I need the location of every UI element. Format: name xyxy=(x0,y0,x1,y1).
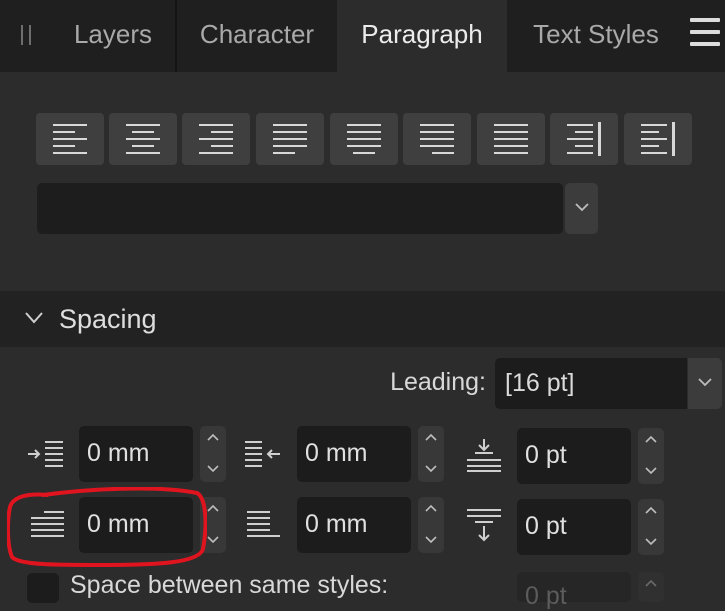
left-indent-value: 0 mm xyxy=(87,439,150,467)
first-line-indent-value: 0 mm xyxy=(87,510,150,538)
chevron-down-icon xyxy=(425,536,437,544)
last-line-indent-value: 0 mm xyxy=(305,510,368,538)
last-line-indent-icon xyxy=(247,511,280,537)
chevron-down-icon xyxy=(425,465,437,473)
space-before-value: 0 pt xyxy=(525,441,567,469)
leading-label: Leading: xyxy=(390,368,486,396)
align-toward-spine-icon xyxy=(567,122,601,156)
chevron-down-icon xyxy=(645,467,657,475)
last-line-indent-stepper[interactable] xyxy=(418,497,444,553)
justify-left-icon xyxy=(273,124,307,154)
space-between-label: Space between same styles: xyxy=(70,571,389,599)
spacing-section-header[interactable]: Spacing xyxy=(0,291,725,347)
space-after-stepper[interactable] xyxy=(638,499,664,555)
space-before-icon xyxy=(467,439,501,472)
space-before-field[interactable]: 0 pt xyxy=(517,428,631,484)
tab-character[interactable]: Character xyxy=(177,0,337,72)
align-toward-spine-button[interactable] xyxy=(550,113,618,165)
leading-dropdown-arrow[interactable] xyxy=(688,358,722,409)
chevron-down-icon xyxy=(645,538,657,546)
align-away-from-spine-button[interactable] xyxy=(624,113,692,165)
drag-handle-icon[interactable] xyxy=(21,25,33,45)
justify-right-button[interactable] xyxy=(403,113,471,165)
space-between-stepper[interactable] xyxy=(638,572,664,602)
space-between-field[interactable]: 0 pt xyxy=(517,572,631,610)
chevron-up-icon xyxy=(645,579,657,587)
align-left-icon xyxy=(53,124,87,154)
right-indent-icon xyxy=(245,441,280,467)
align-center-icon xyxy=(126,124,160,154)
justify-center-icon xyxy=(347,124,381,154)
left-indent-field[interactable]: 0 mm xyxy=(79,426,193,482)
align-right-icon xyxy=(199,124,233,154)
space-after-field[interactable]: 0 pt xyxy=(517,499,631,555)
justify-left-button[interactable] xyxy=(256,113,324,165)
first-line-indent-field[interactable]: 0 mm xyxy=(79,497,193,553)
tab-text-styles[interactable]: Text Styles xyxy=(507,0,685,72)
align-away-from-spine-icon xyxy=(641,122,675,156)
chevron-up-icon xyxy=(425,504,437,512)
chevron-up-icon xyxy=(645,435,657,443)
justify-all-button[interactable] xyxy=(477,113,545,165)
align-left-button[interactable] xyxy=(36,113,104,165)
right-indent-field[interactable]: 0 mm xyxy=(297,426,411,482)
panel-tab-bar: Layers Character Paragraph Text Styles xyxy=(0,0,725,72)
chevron-down-icon xyxy=(575,203,589,212)
space-after-value: 0 pt xyxy=(525,512,567,540)
align-right-button[interactable] xyxy=(182,113,250,165)
chevron-down-icon xyxy=(207,465,219,473)
right-indent-stepper[interactable] xyxy=(418,426,444,482)
chevron-down-icon xyxy=(207,536,219,544)
justify-right-icon xyxy=(420,124,454,154)
justify-center-button[interactable] xyxy=(330,113,398,165)
section-title: Spacing xyxy=(59,304,157,334)
paragraph-style-dropdown[interactable] xyxy=(37,183,563,234)
first-line-indent-stepper[interactable] xyxy=(200,497,226,553)
chevron-down-icon xyxy=(698,378,712,387)
left-indent-stepper[interactable] xyxy=(200,426,226,482)
first-line-indent-icon xyxy=(31,511,64,537)
align-center-button[interactable] xyxy=(109,113,177,165)
panel-menu-icon[interactable] xyxy=(690,18,720,48)
space-before-stepper[interactable] xyxy=(638,428,664,484)
chevron-down-icon xyxy=(25,312,43,324)
chevron-up-icon xyxy=(425,433,437,441)
leading-field[interactable]: [16 pt] xyxy=(495,358,687,409)
justify-all-icon xyxy=(494,124,528,154)
chevron-up-icon xyxy=(645,506,657,514)
space-after-icon xyxy=(467,509,501,542)
left-indent-icon xyxy=(28,441,63,467)
paragraph-style-dropdown-arrow[interactable] xyxy=(565,183,598,234)
right-indent-value: 0 mm xyxy=(305,439,368,467)
chevron-up-icon xyxy=(207,433,219,441)
leading-value: [16 pt] xyxy=(505,369,575,397)
space-between-value: 0 pt xyxy=(525,582,567,610)
chevron-up-icon xyxy=(207,504,219,512)
tab-paragraph[interactable]: Paragraph xyxy=(337,0,507,72)
last-line-indent-field[interactable]: 0 mm xyxy=(297,497,411,553)
tab-layers[interactable]: Layers xyxy=(52,0,174,72)
space-between-checkbox[interactable] xyxy=(27,573,59,603)
